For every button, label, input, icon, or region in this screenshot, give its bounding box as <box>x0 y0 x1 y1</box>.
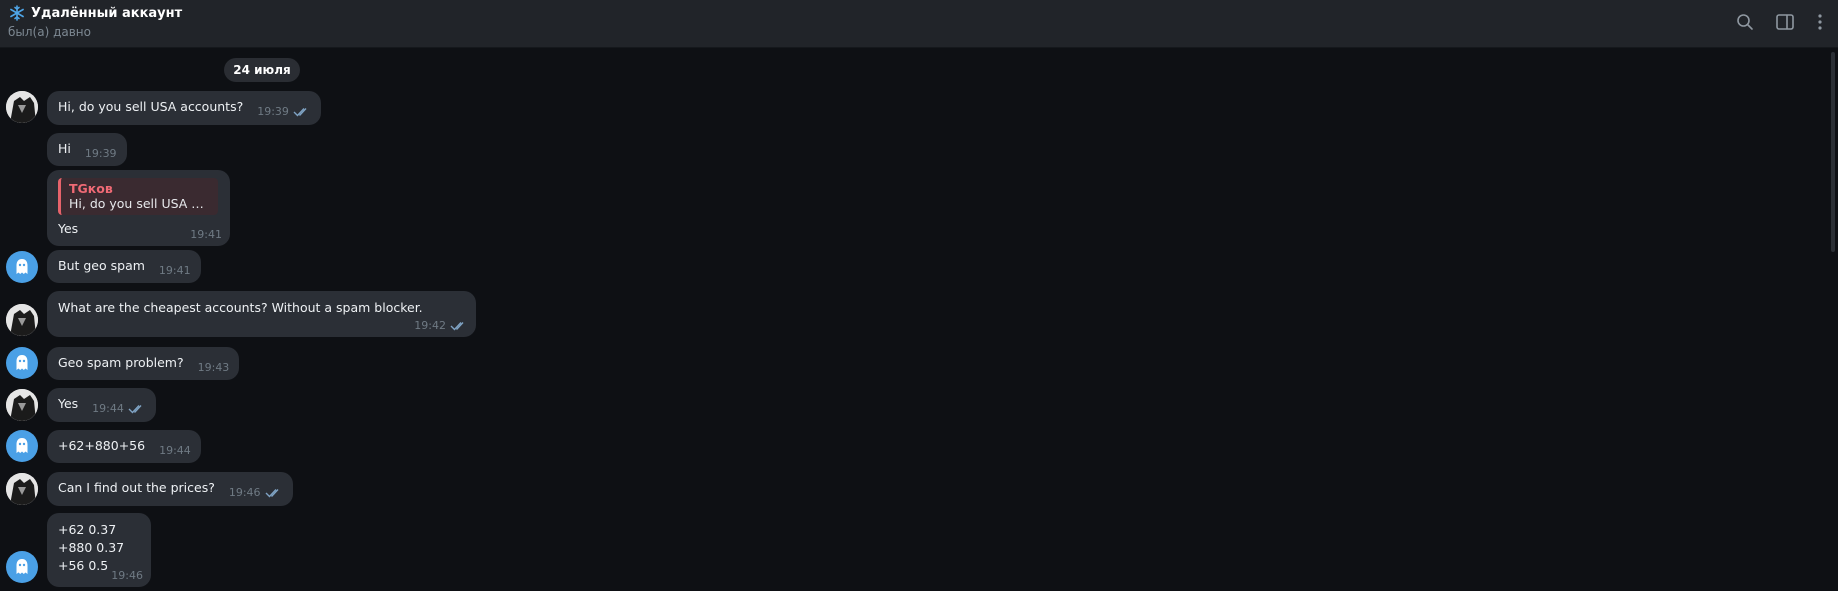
sidebar-toggle-icon[interactable] <box>1773 10 1797 34</box>
avatar[interactable] <box>6 91 38 123</box>
last-seen-status: был(а) давно <box>8 25 91 39</box>
search-icon[interactable] <box>1733 10 1757 34</box>
message-bubble[interactable]: Geo spam problem? 19:43 <box>47 347 240 380</box>
ghost-icon <box>16 259 28 274</box>
message-bubble[interactable]: Hi, do you sell USA accounts? 19:39 <box>47 91 321 125</box>
reply-quote[interactable]: TGков Hi, do you sell USA acc... <box>58 178 218 215</box>
message-bubble[interactable]: What are the cheapest accounts? Without … <box>47 291 476 337</box>
message-time: 19:39 <box>257 105 289 118</box>
message-text: Yes <box>58 396 79 411</box>
message-time: 19:44 <box>92 402 124 415</box>
message-text: Can I find out the prices? <box>58 480 215 495</box>
message-meta: 19:44 <box>92 402 146 415</box>
avatar[interactable] <box>6 251 38 283</box>
message-time: 19:46 <box>111 569 143 582</box>
message-meta: 19:44 <box>159 444 191 457</box>
message-meta: 19:43 <box>198 361 230 374</box>
message-text: What are the cheapest accounts? Without … <box>58 300 423 315</box>
message-meta: 19:46 <box>229 486 283 499</box>
avatar[interactable] <box>6 389 38 421</box>
message-meta: 19:41 <box>190 228 222 241</box>
double-check-icon <box>265 488 279 498</box>
message-bubble[interactable]: Hi 19:39 <box>47 133 127 166</box>
message-meta: 19:39 <box>257 105 311 118</box>
snowflake-icon <box>8 4 26 22</box>
chat-title: Удалённый аккаунт <box>31 5 183 21</box>
scrollbar[interactable] <box>1831 52 1835 252</box>
message-bubble[interactable]: Yes 19:44 <box>47 388 156 422</box>
ghost-icon <box>16 559 28 574</box>
message-bubble[interactable]: But geo spam 19:41 <box>47 250 201 283</box>
ghost-icon <box>16 355 28 370</box>
chat-header: Удалённый аккаунт был(а) давно <box>0 0 1838 48</box>
message-meta: 19:41 <box>159 264 191 277</box>
message-time: 19:41 <box>190 228 222 241</box>
message-time: 19:39 <box>84 147 117 160</box>
message-text: But geo spam <box>58 258 145 273</box>
message-time: 19:42 <box>414 319 446 332</box>
message-time: 19:46 <box>228 486 261 499</box>
message-text: Yes <box>58 221 79 236</box>
message-text: Hi <box>58 141 71 156</box>
avatar[interactable] <box>6 347 38 379</box>
message-time: 19:41 <box>158 264 191 277</box>
avatar[interactable] <box>6 473 38 505</box>
message-bubble[interactable]: TGков Hi, do you sell USA acc... Yes 19:… <box>47 170 230 246</box>
message-text: Geo spam problem? <box>58 355 184 370</box>
message-text: +62+880+56 <box>58 438 146 453</box>
message-line: +62 0.37 <box>58 522 117 537</box>
reply-text: Hi, do you sell USA acc... <box>69 196 210 211</box>
message-meta: 19:39 <box>85 147 117 160</box>
message-bubble[interactable]: +62+880+56 19:44 <box>47 430 201 463</box>
double-check-icon <box>128 404 142 414</box>
avatar[interactable] <box>6 551 38 583</box>
message-bubble[interactable]: Can I find out the prices? 19:46 <box>47 472 293 506</box>
more-vertical-icon[interactable] <box>1808 10 1832 34</box>
message-time: 19:43 <box>197 361 230 374</box>
message-meta: 19:46 <box>111 569 143 582</box>
avatar[interactable] <box>6 304 38 336</box>
double-check-icon <box>293 107 307 117</box>
reply-author: TGков <box>69 181 113 196</box>
ghost-icon <box>16 438 28 453</box>
avatar[interactable] <box>6 430 38 462</box>
date-separator: 24 июля <box>224 58 300 82</box>
double-check-icon <box>450 321 464 331</box>
message-bubble[interactable]: +62 0.37 +880 0.37 +56 0.5 19:46 <box>47 513 151 587</box>
message-meta: 19:42 <box>414 319 468 332</box>
chat-title-row[interactable]: Удалённый аккаунт <box>8 4 182 22</box>
message-text: Hi, do you sell USA accounts? <box>58 99 244 114</box>
message-time: 19:44 <box>159 444 191 457</box>
message-line: +880 0.37 <box>58 540 125 555</box>
